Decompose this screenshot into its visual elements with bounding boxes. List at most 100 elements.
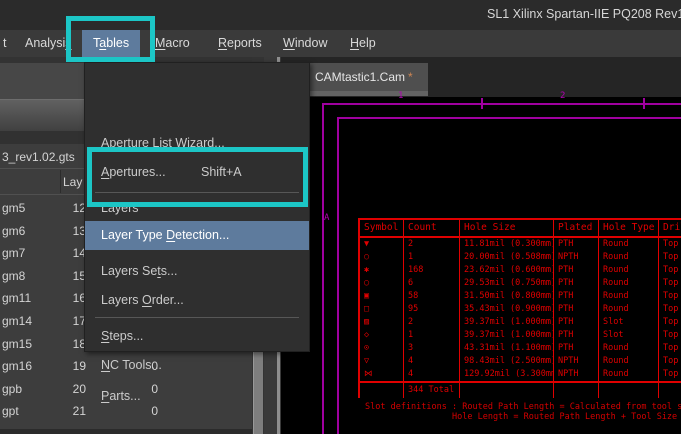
hole-length-note: Hole Length = Routed Path Length + Tool … xyxy=(452,412,681,422)
menu-item-window[interactable]: Window xyxy=(283,30,327,57)
drill-table-cell xyxy=(659,383,681,398)
drill-table-cell: Round xyxy=(599,290,659,303)
drill-table-cell: 29.53mil (0.750mm) xyxy=(460,277,554,290)
drill-table-cell: Hole Size xyxy=(460,220,554,236)
drill-table-cell: NPTH xyxy=(554,368,599,381)
drill-table-cell: 6 xyxy=(404,277,460,290)
drill-table-cell: Round xyxy=(599,368,659,381)
drill-table-cell: 43.31mil (1.100mm) xyxy=(460,342,554,355)
menu-item-nc-tools[interactable]: NC Tools... xyxy=(85,351,309,380)
drill-table-cell: NPTH xyxy=(554,355,599,368)
layer-name: gm7 xyxy=(2,242,25,264)
drill-table: SymbolCountHole SizePlatedHole TypeDril▼… xyxy=(358,218,681,398)
drill-table-cell: Slot xyxy=(599,329,659,342)
ruler-tick xyxy=(481,98,483,109)
column-header-layer[interactable]: Lay xyxy=(63,171,82,193)
drill-table-cell: Top L xyxy=(659,238,681,251)
menu-item-reports[interactable]: Reports xyxy=(218,30,262,57)
panel-gradient-button[interactable] xyxy=(0,99,84,132)
drill-table-total-row: 344 Total xyxy=(360,381,681,398)
panel-header-block xyxy=(0,63,84,99)
drill-table-cell: PTH xyxy=(554,342,599,355)
drill-table-cell: Symbol xyxy=(360,220,404,236)
drill-table-cell: Top L xyxy=(659,277,681,290)
menu-separator xyxy=(95,317,299,318)
drill-table-cell: 20.00mil (0.508mm) xyxy=(460,251,554,264)
ruler-label-2: 2 xyxy=(560,91,565,101)
cam-workspace[interactable]: CAMtastic1.Cam* 1 2 A SymbolCountHole Si… xyxy=(281,57,681,434)
drill-table-cell: Top L xyxy=(659,303,681,316)
layer-name: gm16 xyxy=(2,355,32,377)
drill-table-row: ▣5831.50mil (0.800mm)PTHRoundTop L xyxy=(360,290,681,303)
drill-table-cell: Slot xyxy=(599,316,659,329)
selected-file-label[interactable]: 3_rev1.02.gts xyxy=(2,146,75,168)
document-tab-bar: CAMtastic1.Cam* xyxy=(281,57,681,97)
drill-table-cell xyxy=(360,383,404,398)
ruler-v-line xyxy=(322,103,324,434)
menu-item-layers-sets[interactable]: Layers Sets... xyxy=(85,257,309,286)
drill-table-cell: Top L xyxy=(659,368,681,381)
drill-table-row: ◇139.37mil (1.000mm)PTHSlotTop L xyxy=(360,329,681,342)
drill-table-cell: 3 xyxy=(404,342,460,355)
drill-table-cell: Top L xyxy=(659,316,681,329)
drill-table-cell: ◇ xyxy=(360,329,404,342)
drill-table-cell: ○ xyxy=(360,251,404,264)
application-window: SL1 Xilinx Spartan-IIE PQ208 Rev1.02.P t… xyxy=(0,0,681,434)
menu-item-steps[interactable]: Steps... xyxy=(85,322,309,351)
drill-table-row: ⊙343.31mil (1.100mm)PTHRoundTop L xyxy=(360,342,681,355)
drill-table-row: □9535.43mil (0.900mm)PTHRoundTop L xyxy=(360,303,681,316)
menu-item-t[interactable]: t xyxy=(3,30,6,57)
drill-table-row: ✱16823.62mil (0.600mm)PTHRoundTop L xyxy=(360,264,681,277)
panel-bottom-strip xyxy=(0,429,252,434)
board-outline-left xyxy=(337,117,339,434)
window-title: SL1 Xilinx Spartan-IIE PQ208 Rev1.02.P xyxy=(487,7,681,21)
tab-modified-asterisk: * xyxy=(405,70,413,84)
ruler-tick xyxy=(643,98,645,109)
drill-table-cell: 39.37mil (1.000mm) xyxy=(460,329,554,342)
menu-item-layer-type-detection[interactable]: Layer Type Detection... xyxy=(85,221,309,250)
drill-table-cell: PTH xyxy=(554,290,599,303)
layer-number: 15 xyxy=(38,265,86,287)
menu-item-analysis[interactable]: Analysis xyxy=(25,30,72,57)
menu-item-help[interactable]: Help xyxy=(350,30,376,57)
ruler-label-a: A xyxy=(324,213,329,223)
drill-table-cell xyxy=(460,383,554,398)
drill-table-row: ○120.00mil (0.508mm)NPTHRoundTop L xyxy=(360,251,681,264)
board-outline-top xyxy=(337,117,681,119)
drill-table-cell: PTH xyxy=(554,264,599,277)
drill-table-cell: 1 xyxy=(404,329,460,342)
drill-table-cell: PTH xyxy=(554,238,599,251)
drill-table-cell: ⊙ xyxy=(360,342,404,355)
menu-item-layers-order[interactable]: Layers Order... xyxy=(85,286,309,315)
drill-table-cell: 58 xyxy=(404,290,460,303)
drill-table-cell: Round xyxy=(599,264,659,277)
layer-name: gm11 xyxy=(2,287,31,309)
drill-table-cell: Round xyxy=(599,251,659,264)
drill-table-cell: 35.43mil (0.900mm) xyxy=(460,303,554,316)
annotation-box-layer-type-detection xyxy=(87,147,308,207)
drill-table-cell xyxy=(599,383,659,398)
menu-item-parts[interactable]: Parts... xyxy=(85,382,309,411)
drill-table-row: ▼211.81mil (0.300mm)PTHRoundTop L xyxy=(360,238,681,251)
layer-number: 13 xyxy=(38,220,86,242)
layer-number: 17 xyxy=(38,310,86,332)
drill-table-cell: 95 xyxy=(404,303,460,316)
menu-item-macro[interactable]: Macro xyxy=(155,30,190,57)
drill-table-cell: Top L xyxy=(659,290,681,303)
layer-name: gm8 xyxy=(2,265,25,287)
column-divider xyxy=(60,170,61,193)
document-tab[interactable]: CAMtastic1.Cam* xyxy=(306,63,428,91)
drill-table-cell: 23.62mil (0.600mm) xyxy=(460,264,554,277)
ruler-label-1: 1 xyxy=(398,91,403,101)
drill-table-cell: 2 xyxy=(404,316,460,329)
layer-name: gm15 xyxy=(2,333,32,355)
drill-table-cell: Plated xyxy=(554,220,599,236)
layer-number: 14 xyxy=(38,242,86,264)
drill-table-cell: 98.43mil (2.500mm) xyxy=(460,355,554,368)
drill-table-header-row: SymbolCountHole SizePlatedHole TypeDril xyxy=(360,220,681,238)
drill-table-cell: Top L xyxy=(659,264,681,277)
active-tab-underline xyxy=(306,91,428,96)
drill-table-cell: ◯ xyxy=(360,277,404,290)
drill-table-cell: 2 xyxy=(404,238,460,251)
drill-table-cell: □ xyxy=(360,303,404,316)
